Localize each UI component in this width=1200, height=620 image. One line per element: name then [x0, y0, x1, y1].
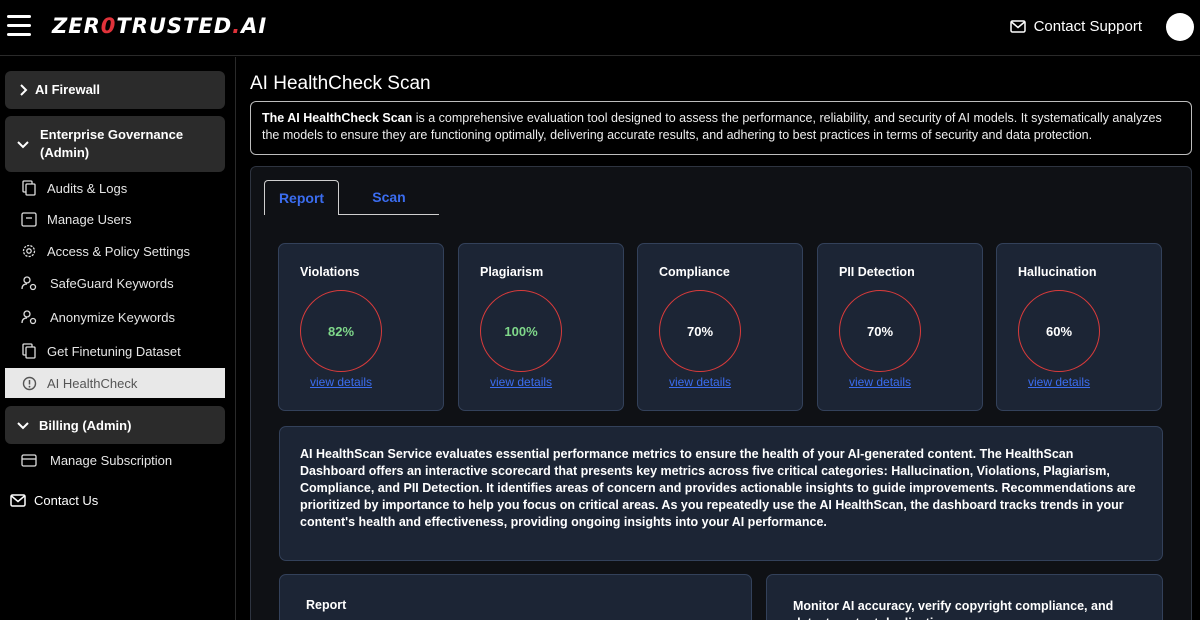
metric-label: Plagiarism — [480, 265, 544, 279]
metric-label: Compliance — [659, 265, 730, 279]
sidebar-item-label: Manage Subscription — [50, 452, 173, 468]
logo[interactable]: ZER0TRUSTED.AI — [52, 14, 267, 38]
contact-support-button[interactable]: Contact Support — [1009, 18, 1142, 35]
metric-card-compliance: Compliance 70% view details — [637, 243, 803, 411]
top-bar: ZER0TRUSTED.AI Contact Support — [0, 0, 1200, 56]
metric-card-pii-detection: PII Detection 70% view details — [817, 243, 983, 411]
sidebar-item-manage-subscription[interactable]: Manage Subscription — [5, 445, 225, 475]
view-details-link[interactable]: view details — [490, 375, 552, 389]
metric-card-plagiarism: Plagiarism 100% view details — [458, 243, 624, 411]
sidebar-item-access-policy[interactable]: Access & Policy Settings — [5, 236, 225, 266]
sidebar-item-anonymize-keywords[interactable]: Anonymize Keywords — [5, 302, 225, 332]
sidebar-item-audits-logs[interactable]: Audits & Logs — [5, 173, 225, 203]
sidebar-item-label: AI HealthCheck — [47, 375, 138, 391]
metric-card-violations: Violations 82% view details — [278, 243, 444, 411]
metric-label: Violations — [300, 265, 360, 279]
contact-us-link[interactable]: Contact Us — [10, 493, 98, 508]
description-box: The AI HealthCheck Scan is a comprehensi… — [250, 101, 1192, 155]
sidebar-item-label: SafeGuard Keywords — [50, 275, 174, 291]
metric-card-hallucination: Hallucination 60% view details — [996, 243, 1162, 411]
avatar[interactable] — [1166, 13, 1194, 41]
monitor-section-card: Monitor AI accuracy, verify copyright co… — [766, 574, 1163, 620]
sidebar-group-label: AI Firewall — [35, 82, 101, 97]
hamburger-menu-icon[interactable] — [7, 15, 31, 37]
sidebar-item-label: Access & Policy Settings — [47, 243, 191, 259]
sidebar-group-ai-firewall[interactable]: AI Firewall — [5, 71, 225, 109]
monitor-section-title: Monitor AI accuracy, verify copyright co… — [793, 599, 1114, 620]
view-details-link[interactable]: view details — [849, 375, 911, 389]
metric-label: PII Detection — [839, 265, 915, 279]
chevron-down-icon — [17, 422, 29, 430]
user-shield-icon — [20, 274, 38, 292]
metric-label: Hallucination — [1018, 265, 1097, 279]
metric-score-ring: 70% — [659, 290, 741, 372]
metric-score-ring: 60% — [1018, 290, 1100, 372]
mail-icon — [1009, 20, 1026, 33]
tab-scan[interactable]: Scan — [339, 180, 439, 215]
healthscan-info-box: AI HealthScan Service evaluates essentia… — [279, 426, 1163, 561]
sidebar-group-enterprise-governance[interactable]: Enterprise Governance (Admin) — [5, 116, 225, 172]
sidebar-item-label: Get Finetuning Dataset — [47, 343, 181, 359]
report-section-title: Report — [306, 598, 347, 612]
contact-support-label: Contact Support — [1033, 18, 1142, 35]
sidebar-item-label: Manage Users — [47, 211, 132, 227]
chevron-right-icon — [20, 84, 28, 96]
card-icon — [20, 451, 38, 469]
sidebar-item-ai-healthcheck[interactable]: AI HealthCheck — [5, 368, 225, 398]
contact-us-label: Contact Us — [34, 493, 99, 508]
report-section-card: Report — [279, 574, 752, 620]
view-details-link[interactable]: view details — [1028, 375, 1090, 389]
sidebar-group-label: Billing (Admin) — [39, 418, 132, 433]
metric-score-ring: 70% — [839, 290, 921, 372]
metric-score-ring: 100% — [480, 290, 562, 372]
tab-report[interactable]: Report — [264, 180, 339, 215]
sidebar-item-label: Audits & Logs — [47, 180, 128, 196]
sidebar-item-safeguard-keywords[interactable]: SafeGuard Keywords — [5, 268, 225, 298]
sidebar-item-finetuning-dataset[interactable]: Get Finetuning Dataset — [5, 336, 225, 366]
description-bold: The AI HealthCheck Scan — [262, 111, 413, 125]
sidebar-item-label: Anonymize Keywords — [50, 309, 175, 325]
view-details-link[interactable]: view details — [310, 375, 372, 389]
gear-icon — [20, 242, 38, 260]
sidebar-item-manage-users[interactable]: Manage Users — [5, 204, 225, 234]
sidebar-group-billing[interactable]: Billing (Admin) — [5, 406, 225, 444]
copy-icon — [20, 179, 38, 197]
user-shield-icon — [20, 308, 38, 326]
page-title: AI HealthCheck Scan — [250, 73, 431, 94]
metric-score-ring: 82% — [300, 290, 382, 372]
alert-circle-icon — [20, 374, 38, 392]
view-details-link[interactable]: view details — [669, 375, 731, 389]
mail-icon — [10, 494, 26, 507]
chevron-down-icon — [17, 141, 29, 149]
user-card-icon — [20, 210, 38, 228]
copy-icon — [20, 342, 38, 360]
sidebar-group-label: Enterprise Governance (Admin) — [40, 127, 184, 160]
